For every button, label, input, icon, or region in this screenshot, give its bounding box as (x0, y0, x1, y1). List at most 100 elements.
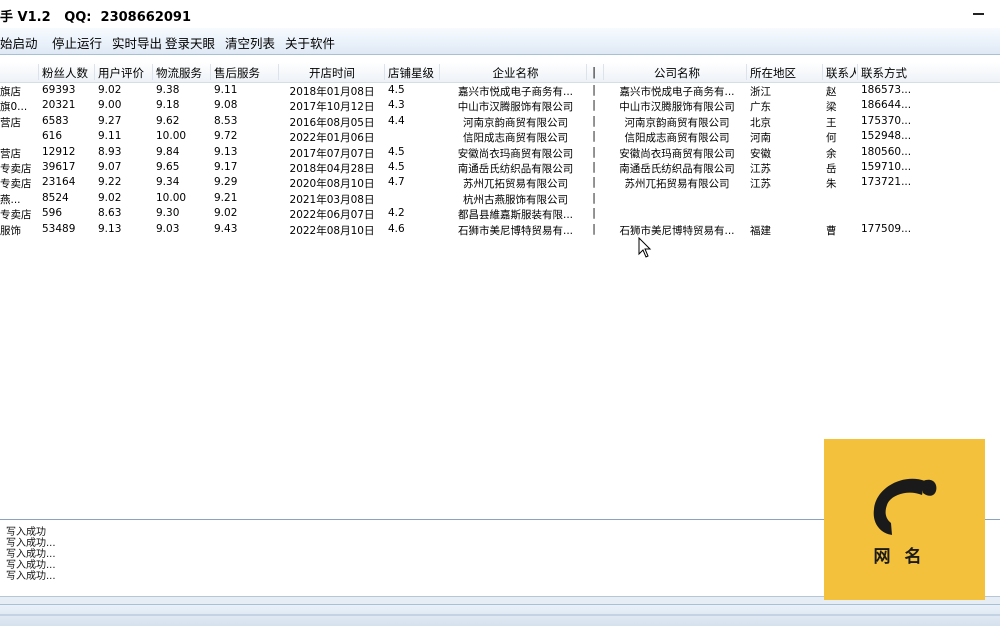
menu-login-tianyan[interactable]: 登录天眼 (165, 33, 215, 52)
cell-col-user-rating: 9.13 (98, 222, 122, 235)
table-row[interactable]: 专卖店 39617 9.07 9.65 9.17 2018年04月28日 4.5 南通岳氏纺织… (0, 160, 1000, 175)
header-col-open-date[interactable]: 开店时间 (282, 65, 382, 81)
status-bar (0, 604, 1000, 626)
cell-col-enterprise: 南通岳氏纺织品有限公司 (457, 163, 574, 175)
cell-col-region: 福建 (750, 224, 771, 237)
header-divider[interactable] (822, 64, 823, 80)
header-divider[interactable] (94, 64, 95, 80)
table-row[interactable]: 616 9.11 10.00 9.72 2022年01月06日 信阳成志商贸有限公司 | 信阳… (0, 129, 1000, 144)
header-col-after-sales[interactable]: 售后服务 (214, 65, 266, 81)
header-divider[interactable] (746, 64, 747, 80)
table-row[interactable]: 旗0... 20321 9.00 9.18 9.08 2017年10月12日 4.3 中山市汉… (0, 98, 1000, 113)
title-bar: 手 V1.2 QQ: 2308662091 (0, 0, 1000, 28)
header-col-region[interactable]: 所在地区 (750, 65, 810, 81)
cell-col-sep: | (592, 207, 596, 220)
header-divider[interactable] (586, 64, 587, 80)
cell-col-sep: | (592, 161, 596, 173)
cell-col-logistics: 9.30 (156, 207, 180, 220)
cell-col-company: 石狮市美尼博特贸易有... (619, 224, 735, 237)
header-col-logistics[interactable]: 物流服务 (156, 65, 208, 81)
cell-col-phone: 159710... (861, 161, 912, 173)
menu-bar: 始启动 停止运行 实时导出 登录天眼 清空列表 关于软件 (0, 28, 1000, 55)
watermark-badge: 网名 (824, 439, 985, 600)
cell-col-after-sales: 9.43 (214, 222, 238, 235)
cell-col-fans: 69393 (42, 84, 76, 96)
header-col-stars[interactable]: 店铺星级 (388, 65, 438, 81)
header-col-user-rating[interactable]: 用户评价 (98, 65, 150, 81)
table-row[interactable]: 旗店 69393 9.02 9.38 9.11 2018年01月08日 4.5 嘉兴市悦成电子… (0, 83, 1000, 98)
cell-col-company: 苏州兀拓贸易有限公司 (624, 178, 730, 191)
cell-col-region: 广东 (750, 101, 771, 114)
table-header: 粉丝人数 用户评价 物流服务 售后服务 开店时间 店铺星级 企业名称 | 公司名称 所在地区 联系人… (0, 62, 1000, 83)
menu-export[interactable]: 实时导出 (112, 33, 162, 52)
cell-col-company: 安徽尚衣玛商贸有限公司 (619, 147, 735, 160)
header-divider[interactable] (857, 64, 858, 80)
table-row[interactable]: 专卖店 23164 9.22 9.34 9.29 2020年08月10日 4.7 苏州兀拓贸易… (0, 175, 1000, 190)
cell-col-stars: 4.5 (388, 84, 405, 96)
cell-col-logistics: 10.00 (156, 130, 187, 143)
cell-col-fans: 12912 (42, 145, 76, 158)
cell-col-open-date: 2022年01月06日 (289, 132, 375, 145)
menu-start[interactable]: 始启动 (0, 33, 38, 52)
table-row[interactable]: 燕... 8524 9.02 10.00 9.21 2021年03月08日 杭州古燕服饰有限… (0, 191, 1000, 206)
table-row[interactable]: 专卖店 596 8.63 9.30 9.02 2022年06月07日 4.2 都昌县維嘉斯服装… (0, 206, 1000, 221)
table-row[interactable]: 营店 12912 8.93 9.84 9.13 2017年07月07日 4.5 安徽尚衣玛商贸… (0, 145, 1000, 160)
header-divider[interactable] (384, 64, 385, 80)
cell-col-shop: 营店 (0, 116, 21, 129)
cell-col-enterprise: 嘉兴市悦成电子商务有... (457, 86, 573, 98)
cell-col-company: 中山市汉腾服饰有限公司 (619, 101, 735, 114)
table-row[interactable]: 营店 6583 9.27 9.62 8.53 2016年08月05日 4.4 河南京韵商贸有限… (0, 114, 1000, 129)
cell-col-phone: 173721... (861, 176, 912, 189)
cell-col-logistics: 10.00 (156, 191, 187, 204)
window-title: 手 V1.2 QQ: 2308662091 (0, 10, 192, 25)
menu-stop[interactable]: 停止运行 (52, 33, 102, 52)
cell-col-user-rating: 9.02 (98, 191, 122, 204)
cell-col-stars: 4.7 (388, 176, 405, 189)
cell-col-user-rating: 9.00 (98, 99, 122, 112)
menu-clear-list[interactable]: 清空列表 (225, 33, 275, 52)
cell-col-company: 南通岳氏纺织品有限公司 (619, 163, 735, 175)
cell-col-open-date: 2017年10月12日 (289, 101, 375, 114)
cell-col-phone: 175370... (861, 114, 912, 127)
cell-col-user-rating: 8.93 (98, 145, 122, 158)
table-row[interactable]: 服饰 53489 9.13 9.03 9.43 2022年08月10日 4.6 石狮市美尼博特… (0, 222, 1000, 237)
header-divider[interactable] (152, 64, 153, 80)
cell-col-sep: | (592, 130, 596, 143)
header-divider[interactable] (38, 64, 39, 80)
cell-col-contact: 王 (826, 116, 837, 129)
header-col-contact[interactable]: 联系人 (826, 65, 856, 81)
cell-col-sep: | (592, 191, 596, 204)
cell-col-sep: | (592, 114, 596, 127)
cell-col-fans: 20321 (42, 99, 76, 112)
cell-col-open-date: 2016年08月05日 (289, 116, 375, 129)
header-col-fans[interactable]: 粉丝人数 (42, 65, 92, 81)
header-col-company[interactable]: 公司名称 (607, 65, 747, 81)
cell-col-after-sales: 9.02 (214, 207, 238, 220)
header-divider[interactable] (603, 64, 604, 80)
cell-col-stars: 4.3 (388, 99, 405, 112)
header-col-enterprise[interactable]: 企业名称 (443, 65, 588, 81)
cell-col-logistics: 9.62 (156, 114, 180, 127)
minimize-button[interactable] (968, 6, 990, 20)
cell-col-phone: 186644... (861, 99, 912, 112)
cell-col-fans: 616 (42, 130, 63, 143)
cell-col-logistics: 9.34 (156, 176, 180, 189)
cell-col-company: 河南京韵商贸有限公司 (624, 116, 730, 129)
menu-about[interactable]: 关于软件 (285, 33, 335, 52)
header-col-phone[interactable]: 联系方式 (861, 65, 931, 81)
watermark-text: 网名 (873, 547, 936, 567)
header-col-sep[interactable]: | (590, 65, 598, 79)
header-divider[interactable] (439, 64, 440, 80)
cell-col-open-date: 2018年04月28日 (289, 163, 375, 175)
header-divider[interactable] (210, 64, 211, 80)
cell-col-company: 信阳成志商贸有限公司 (624, 132, 730, 145)
cell-col-after-sales: 9.21 (214, 191, 238, 204)
cell-col-phone: 180560... (861, 145, 912, 158)
cell-col-phone: 177509... (861, 222, 912, 235)
cell-col-fans: 6583 (42, 114, 69, 127)
cell-col-user-rating: 9.11 (98, 130, 122, 143)
header-divider[interactable] (278, 64, 279, 80)
cell-col-contact: 岳 (826, 163, 837, 175)
status-progress-track (0, 614, 1000, 616)
cell-col-fans: 23164 (42, 176, 76, 189)
